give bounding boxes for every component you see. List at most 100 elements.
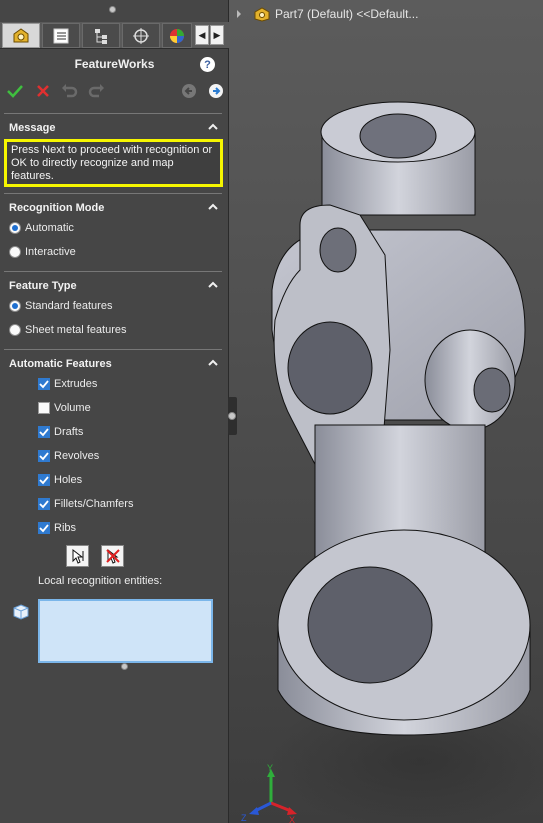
help-icon[interactable]: ?	[200, 57, 215, 72]
checkbox[interactable]	[38, 522, 50, 534]
divider	[4, 193, 222, 194]
message-header-label: Message	[9, 122, 56, 134]
radio-automatic[interactable]: Automatic	[9, 222, 74, 234]
panel-tab-bar: ◀ ▶	[0, 22, 229, 49]
checkbox[interactable]	[38, 498, 50, 510]
checkbox-label: Revolves	[54, 450, 100, 462]
checkbox-volume[interactable]: Volume	[38, 402, 91, 414]
axis-triad-icon: Y X Z	[241, 763, 297, 823]
graphics-viewport[interactable]: Y X Z	[229, 0, 543, 823]
expand-arrow-icon[interactable]	[237, 10, 241, 18]
tab-scroll-left-button[interactable]: ◀	[195, 25, 209, 45]
divider	[4, 113, 222, 114]
checkbox-label: Drafts	[54, 426, 84, 438]
tab-property-manager[interactable]	[42, 23, 80, 48]
crosshair-icon	[133, 27, 149, 44]
cube-icon	[13, 604, 29, 620]
select-entities-button[interactable]	[66, 545, 89, 567]
tab-dimxpert[interactable]	[122, 23, 160, 48]
back-button[interactable]	[178, 80, 200, 102]
panel-splitter[interactable]	[228, 397, 237, 435]
tree-part-label: Part7 (Default) <<Default...	[275, 7, 419, 21]
radio-interactive[interactable]: Interactive	[9, 246, 76, 258]
checkbox-drafts[interactable]: Drafts	[38, 426, 83, 438]
tab-configuration[interactable]	[82, 23, 120, 48]
message-section-header[interactable]: Message	[9, 122, 221, 134]
part-icon	[254, 7, 270, 22]
part-model	[270, 101, 543, 823]
checkbox-holes[interactable]: Holes	[38, 474, 82, 486]
svg-text:Z: Z	[241, 813, 247, 823]
check-icon	[39, 476, 49, 485]
svg-text:X: X	[289, 815, 295, 823]
appearance-icon	[170, 28, 184, 43]
check-icon	[39, 452, 49, 461]
tab-appearance[interactable]	[162, 23, 192, 48]
ok-button[interactable]	[4, 80, 26, 102]
list-resize-grip[interactable]	[121, 663, 128, 670]
checkbox-label: Holes	[54, 474, 83, 486]
property-list-icon	[53, 28, 69, 43]
automatic-features-section-header[interactable]: Automatic Features	[9, 358, 221, 370]
radio-label: Standard features	[25, 300, 113, 312]
clear-selection-button[interactable]	[101, 545, 124, 567]
property-manager-panel: ◀ ▶ FeatureWorks ? Message Press Next to…	[0, 0, 229, 823]
local-recognition-label: Local recognition entities:	[38, 575, 163, 587]
recognition-mode-section-header[interactable]: Recognition Mode	[9, 202, 221, 214]
radio-label: Sheet metal features	[25, 324, 127, 336]
radio-button[interactable]	[9, 246, 21, 258]
checkbox-fillets-chamfers[interactable]: Fillets/Chamfers	[38, 498, 133, 510]
action-bar	[0, 80, 229, 104]
automatic-features-header-label: Automatic Features	[9, 358, 112, 370]
checkbox-revolves[interactable]: Revolves	[38, 450, 99, 462]
featureworks-icon	[13, 27, 29, 42]
cancel-button[interactable]	[32, 80, 54, 102]
radio-button[interactable]	[9, 222, 21, 234]
arrow-right-icon	[209, 84, 223, 98]
radio-label: Interactive	[25, 246, 76, 258]
message-box: Press Next to proceed with recognition o…	[4, 139, 223, 187]
checkbox[interactable]	[38, 426, 50, 438]
chevron-up-icon	[208, 203, 218, 210]
checkbox-label: Fillets/Chamfers	[54, 498, 134, 510]
redo-button[interactable]	[86, 80, 108, 102]
radio-standard-features[interactable]: Standard features	[9, 300, 112, 312]
chevron-up-icon	[208, 281, 218, 288]
checkbox[interactable]	[38, 378, 50, 390]
chevron-up-icon	[208, 359, 218, 366]
feature-type-section-header[interactable]: Feature Type	[9, 280, 221, 292]
redo-icon	[88, 84, 104, 98]
checkbox[interactable]	[38, 450, 50, 462]
panel-title: FeatureWorks	[74, 57, 155, 71]
checkbox-extrudes[interactable]: Extrudes	[38, 378, 97, 390]
panel-resize-grip[interactable]	[109, 6, 116, 13]
radio-label: Automatic	[25, 222, 74, 234]
tab-featureworks[interactable]	[2, 23, 40, 48]
undo-button[interactable]	[58, 80, 80, 102]
check-icon	[39, 524, 49, 533]
feature-type-header-label: Feature Type	[9, 280, 77, 292]
checkbox-label: Ribs	[54, 522, 77, 534]
checkbox[interactable]	[38, 402, 50, 414]
check-icon	[39, 380, 49, 389]
configuration-tree-icon	[95, 28, 107, 44]
feature-tree-flyout[interactable]: Part7 (Default) <<Default...	[237, 6, 418, 22]
message-text: Press Next to proceed with recognition o…	[7, 142, 220, 184]
next-button[interactable]	[205, 80, 227, 102]
splitter-grip[interactable]	[228, 412, 236, 420]
local-recognition-entities-list[interactable]	[38, 599, 213, 663]
checkbox-label: Volume	[54, 402, 91, 414]
check-icon	[39, 428, 49, 437]
check-icon	[39, 500, 49, 509]
checkmark-icon	[7, 85, 23, 98]
checkbox-ribs[interactable]: Ribs	[38, 522, 76, 534]
radio-sheet-metal-features[interactable]: Sheet metal features	[9, 324, 127, 336]
chevron-up-icon	[208, 123, 218, 130]
radio-button[interactable]	[9, 300, 21, 312]
cursor-select-icon	[72, 548, 83, 564]
checkbox[interactable]	[38, 474, 50, 486]
radio-button[interactable]	[9, 324, 21, 336]
tab-scroll-right-button[interactable]: ▶	[210, 25, 224, 45]
svg-text:Y: Y	[267, 763, 273, 773]
divider	[4, 349, 222, 350]
